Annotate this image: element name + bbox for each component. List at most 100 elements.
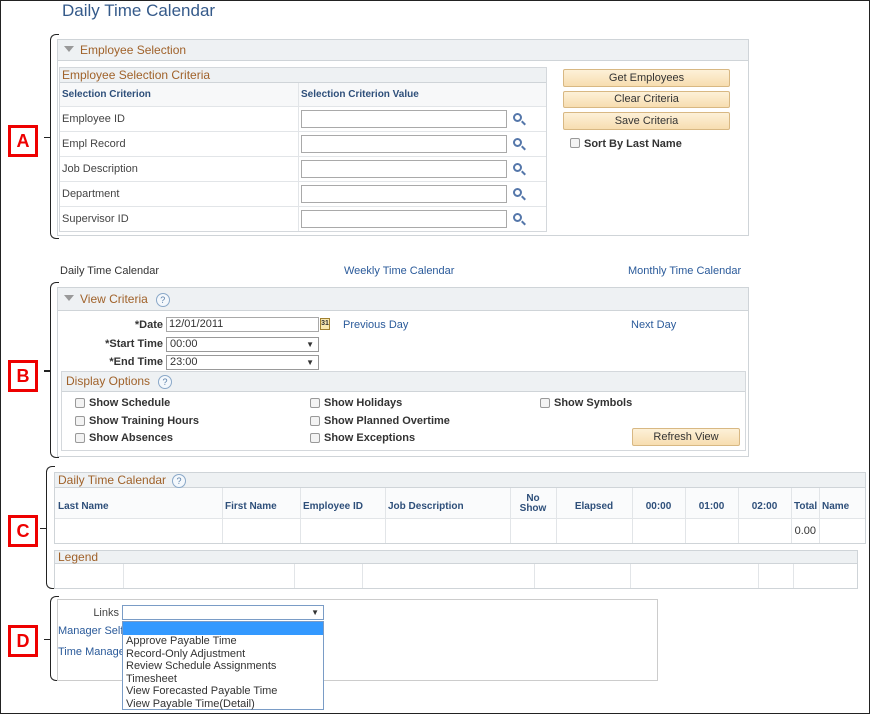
help-icon[interactable]: ? — [172, 474, 187, 488]
links-option-3[interactable]: Review Schedule Assignments — [123, 660, 323, 673]
legend-divider — [362, 564, 363, 588]
links-option-1[interactable]: Approve Payable Time — [123, 635, 323, 648]
page-title: Daily Time Calendar — [62, 1, 216, 20]
criterion-value-input[interactable] — [301, 135, 507, 153]
previous-day-link[interactable]: Previous Day — [343, 319, 408, 331]
calendar-icon[interactable]: 31 — [320, 318, 330, 330]
criterion-value-input[interactable] — [301, 185, 507, 203]
date-input[interactable]: 12/01/2011 — [166, 317, 319, 332]
lookup-magnifier-icon[interactable] — [513, 163, 522, 172]
dropdown-arrow-icon: ▼ — [306, 340, 314, 349]
links-option-5[interactable]: View Forecasted Payable Time — [123, 685, 323, 698]
clear-criteria-button[interactable]: Clear Criteria — [563, 91, 730, 108]
end-time-label: *End Time — [109, 356, 163, 368]
end-time-value: 23:00 — [170, 356, 198, 368]
lookup-magnifier-icon[interactable] — [513, 138, 522, 147]
start-time-label: *Start Time — [105, 338, 163, 350]
col-selection-criterion: Selection Criterion — [62, 89, 151, 100]
refresh-view-button[interactable]: Refresh View — [632, 428, 740, 446]
legend-divider — [758, 564, 759, 588]
column-header[interactable]: 01:00 — [688, 502, 735, 512]
employee-selection-header[interactable]: Employee Selection — [58, 40, 748, 61]
daily-time-calendar-grid: Daily Time Calendar? Last Name First Name… — [54, 472, 866, 544]
sort-by-last-name-label: Sort By Last Name — [584, 138, 682, 150]
section-title: View Criteria — [80, 292, 148, 306]
criterion-label: Department — [62, 188, 120, 200]
start-time-select[interactable]: 00:00 ▼ — [166, 337, 319, 352]
dropdown-arrow-icon: ▼ — [311, 608, 319, 617]
legend-title: Legend — [55, 551, 857, 564]
display-options-header: Display Options? — [62, 372, 745, 392]
grid-header: Daily Time Calendar? — [55, 473, 865, 488]
annotation-d: D — [8, 625, 38, 657]
links-select[interactable]: ▼ — [122, 605, 324, 620]
column-header[interactable]: First Name — [225, 502, 297, 512]
criterion-value-input[interactable] — [301, 110, 507, 128]
grid-title: Daily Time Calendar — [58, 473, 167, 487]
column-header[interactable]: No Show — [513, 494, 553, 514]
column-header[interactable]: 02:00 — [741, 502, 788, 512]
column-header[interactable]: Job Description — [388, 502, 507, 512]
section-title: Employee Selection — [80, 43, 187, 57]
criteria-grid-title: Employee Selection Criteria — [60, 68, 546, 83]
show-holidays-checkbox[interactable] — [310, 398, 320, 408]
end-time-select[interactable]: 23:00 ▼ — [166, 355, 319, 370]
date-label: *Date — [134, 319, 163, 331]
help-icon[interactable]: ? — [155, 293, 170, 307]
show-exceptions-checkbox[interactable] — [310, 433, 320, 443]
criterion-label: Employee ID — [62, 113, 125, 125]
criterion-value-input[interactable] — [301, 160, 507, 178]
show-symbols-checkbox[interactable] — [540, 398, 550, 408]
show-training-hours-checkbox[interactable] — [75, 416, 85, 426]
show-schedule-label: Show Schedule — [89, 397, 171, 409]
monthly-calendar-link[interactable]: Monthly Time Calendar — [628, 265, 741, 277]
links-dropdown-list: Approve Payable Time Record-Only Adjustme… — [122, 621, 324, 710]
column-header[interactable]: 00:00 — [635, 502, 682, 512]
next-day-link[interactable]: Next Day — [631, 319, 676, 331]
get-employees-button[interactable]: Get Employees — [563, 69, 730, 87]
lookup-magnifier-icon[interactable] — [513, 113, 522, 122]
links-option-0[interactable] — [123, 622, 323, 635]
criterion-value-input[interactable] — [301, 210, 507, 228]
time-management-link[interactable]: Time Manage — [58, 646, 125, 658]
criteria-row: Employee ID — [60, 106, 546, 131]
collapse-triangle-icon — [64, 295, 74, 301]
legend-divider — [294, 564, 295, 588]
links-option-6[interactable]: View Payable Time(Detail) — [123, 698, 323, 711]
sort-by-last-name-checkbox[interactable] — [570, 138, 580, 148]
help-icon[interactable]: ? — [158, 375, 173, 389]
lookup-magnifier-icon[interactable] — [513, 213, 522, 222]
criteria-row: Empl Record — [60, 131, 546, 156]
grid-cell: 0.00 — [794, 525, 816, 537]
annotation-c: C — [8, 515, 38, 547]
save-criteria-button[interactable]: Save Criteria — [563, 112, 730, 130]
show-absences-checkbox[interactable] — [75, 433, 85, 443]
show-planned-overtime-checkbox[interactable] — [310, 416, 320, 426]
manager-self-service-link[interactable]: Manager Self — [58, 625, 123, 637]
column-header[interactable]: Employee ID — [303, 502, 382, 512]
column-header[interactable]: Total — [794, 502, 817, 512]
column-header[interactable]: Last Name — [58, 502, 219, 512]
legend-divider — [534, 564, 535, 588]
show-training-hours-label: Show Training Hours — [89, 415, 200, 427]
criteria-row: Supervisor ID — [60, 206, 546, 231]
col-selection-value: Selection Criterion Value — [301, 89, 419, 100]
view-criteria-header[interactable]: View Criteria? — [58, 288, 748, 311]
column-header[interactable]: Name — [822, 502, 863, 512]
legend-divider — [630, 564, 631, 588]
selection-criteria-grid: Employee Selection Criteria Selection Cr… — [59, 67, 547, 232]
links-option-2[interactable]: Record-Only Adjustment — [123, 648, 323, 661]
column-header[interactable]: Elapsed — [559, 502, 629, 512]
show-schedule-checkbox[interactable] — [75, 398, 85, 408]
annotation-a: A — [8, 125, 38, 157]
criteria-row: Department — [60, 181, 546, 206]
collapse-triangle-icon — [64, 46, 74, 52]
daily-calendar-tab: Daily Time Calendar — [60, 265, 160, 277]
criterion-label: Empl Record — [62, 138, 126, 150]
lookup-magnifier-icon[interactable] — [513, 188, 522, 197]
links-option-4[interactable]: Timesheet — [123, 673, 323, 686]
annotation-b: B — [8, 360, 38, 392]
weekly-calendar-link[interactable]: Weekly Time Calendar — [344, 265, 454, 277]
show-exceptions-label: Show Exceptions — [324, 432, 416, 444]
show-planned-overtime-label: Show Planned Overtime — [324, 415, 450, 427]
